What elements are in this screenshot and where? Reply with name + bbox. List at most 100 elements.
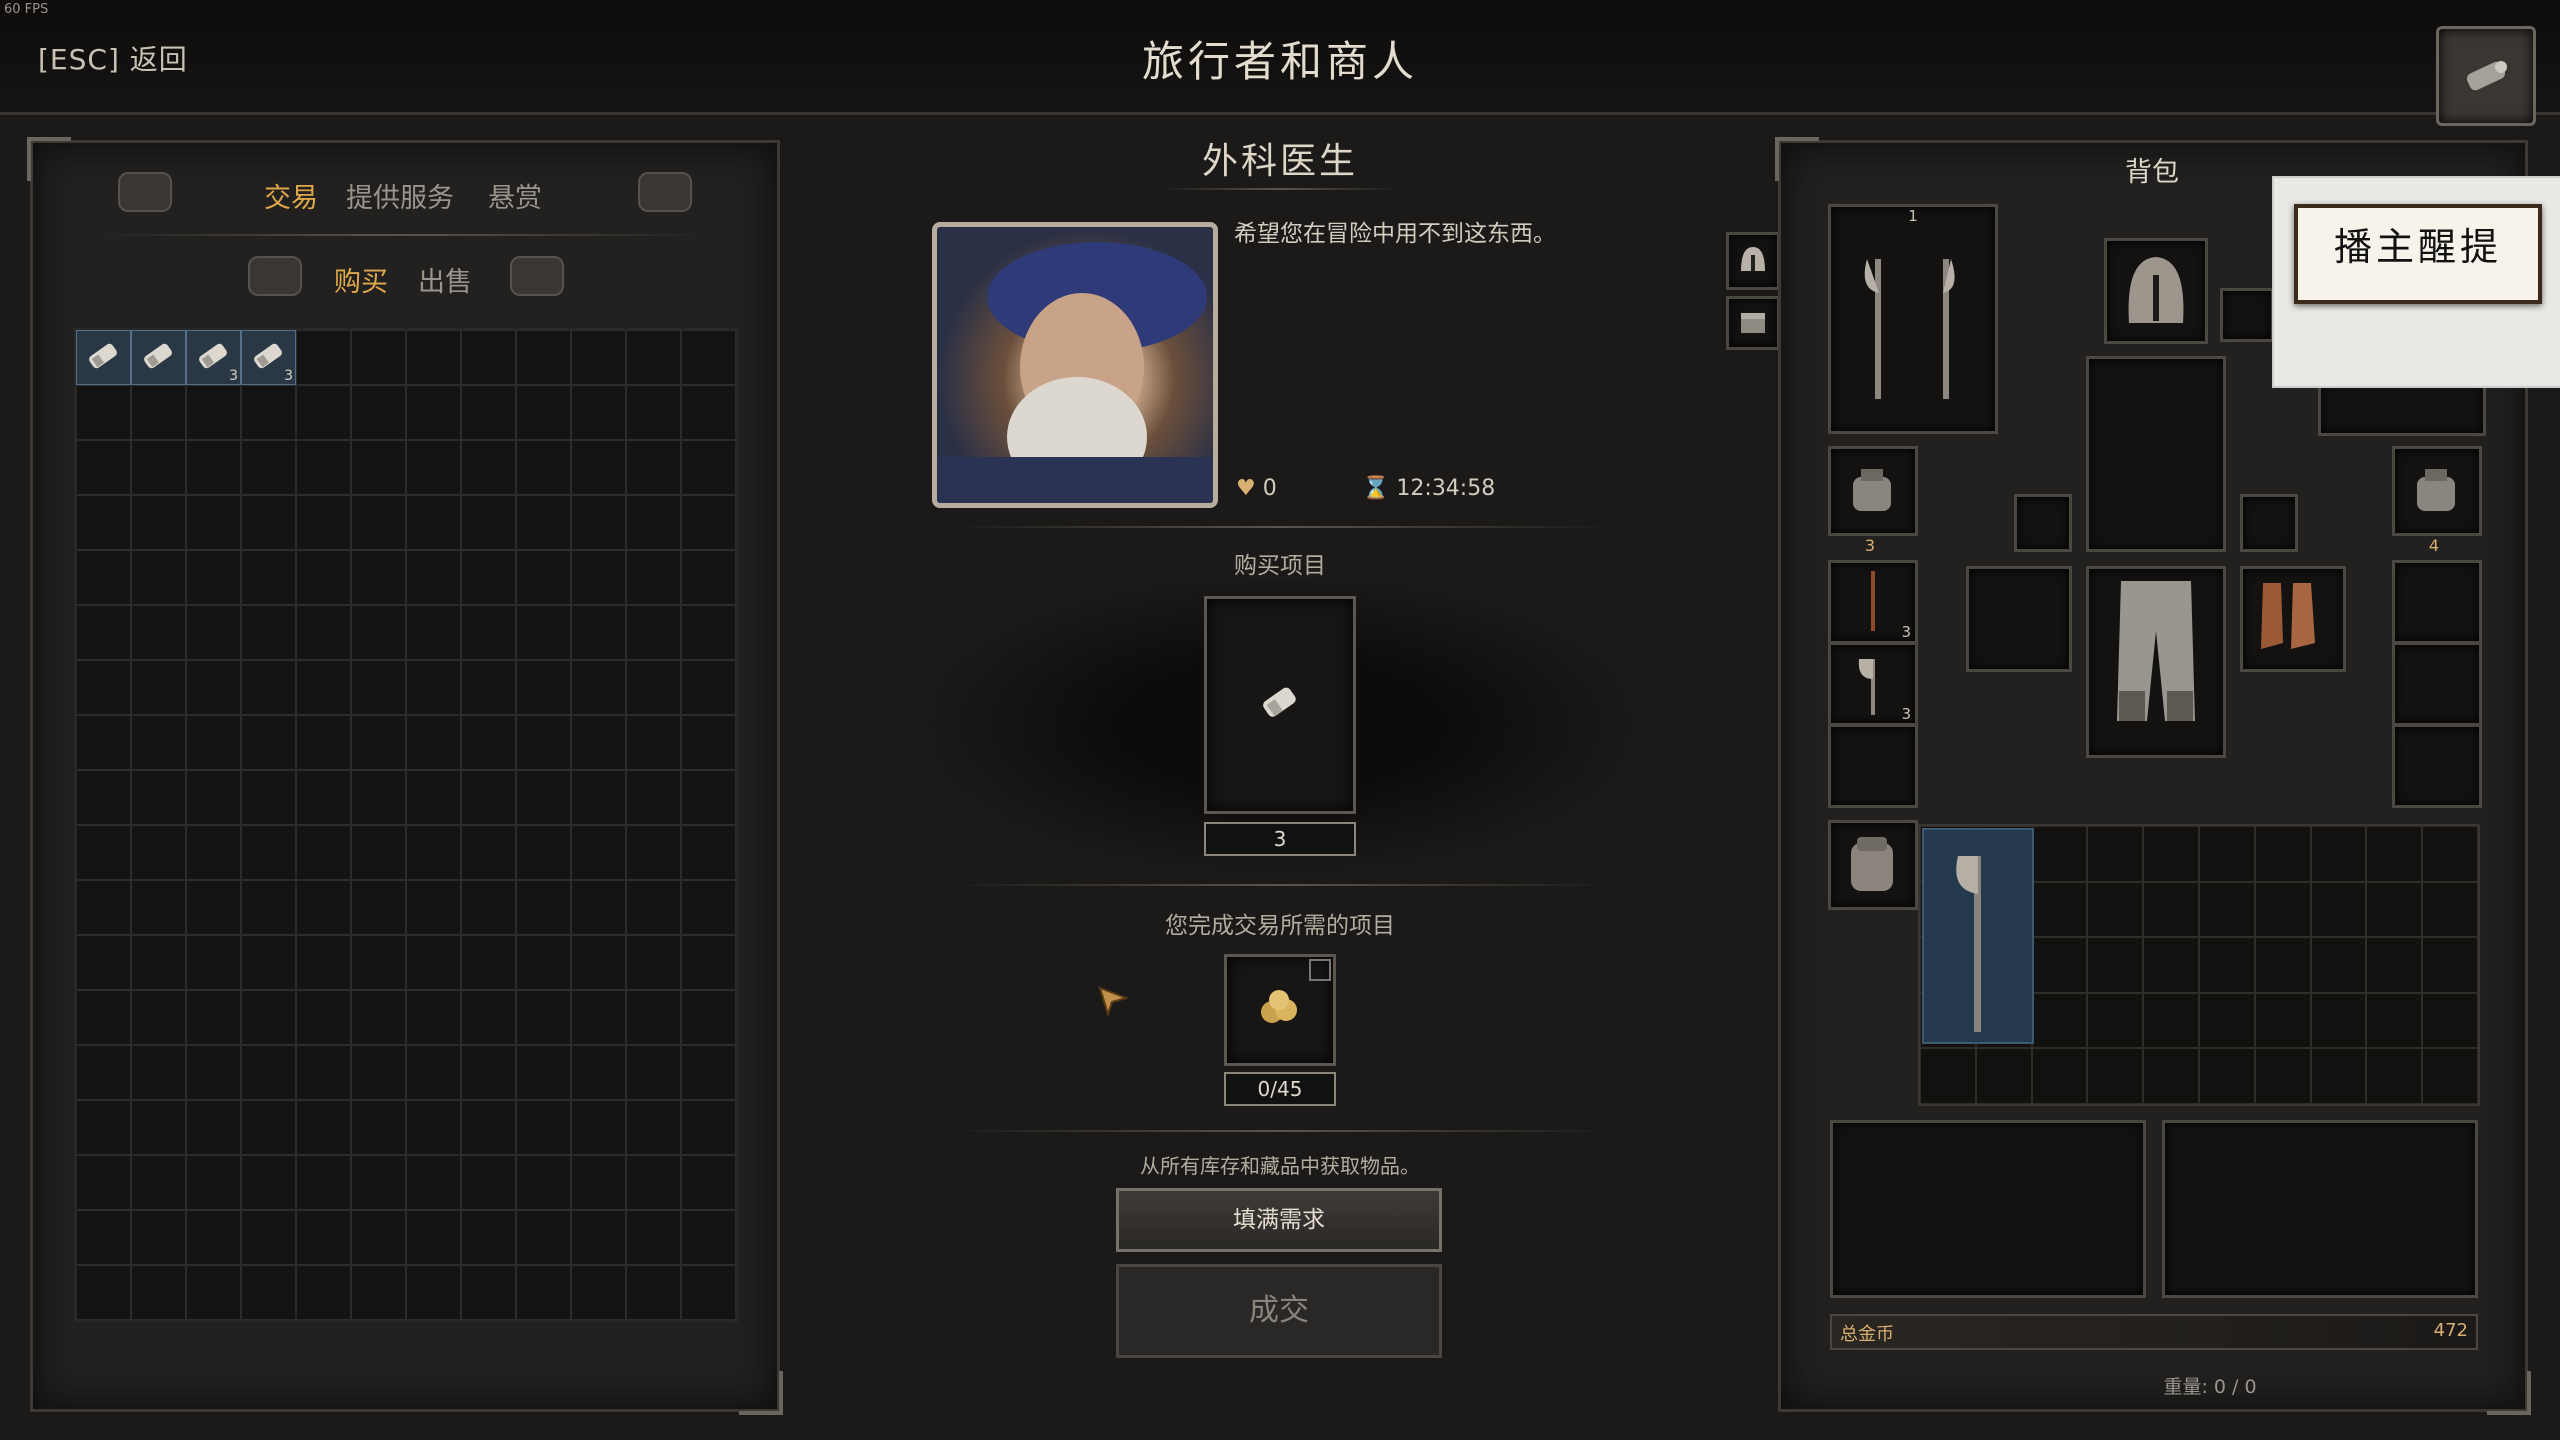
equipment-tab[interactable] [1726, 232, 1780, 290]
weapon-set-slot[interactable]: 1 [1828, 204, 1998, 434]
backpack-slot[interactable] [1828, 820, 1918, 910]
inventory-cell[interactable] [241, 935, 296, 990]
inventory-cell[interactable] [351, 660, 406, 715]
inventory-cell[interactable] [571, 770, 626, 825]
inventory-cell[interactable] [351, 825, 406, 880]
inventory-cell[interactable] [571, 605, 626, 660]
lantern-button[interactable] [2436, 26, 2536, 126]
backpack-cell[interactable] [2087, 1048, 2144, 1104]
inventory-cell[interactable] [681, 935, 736, 990]
inventory-cell[interactable] [296, 990, 351, 1045]
storage-tab[interactable] [1726, 296, 1780, 350]
inventory-cell[interactable] [406, 330, 461, 385]
inventory-cell[interactable] [626, 990, 681, 1045]
inventory-cell[interactable] [351, 1210, 406, 1265]
inventory-cell[interactable] [626, 385, 681, 440]
tab-prev-button[interactable] [118, 172, 172, 212]
inventory-cell[interactable] [406, 990, 461, 1045]
inventory-cell[interactable] [681, 880, 736, 935]
inventory-cell[interactable] [516, 1265, 571, 1320]
inventory-cell[interactable] [241, 550, 296, 605]
inventory-cell[interactable] [681, 495, 736, 550]
inventory-cell[interactable] [351, 550, 406, 605]
belt-slot-3[interactable] [1828, 724, 1918, 808]
subtab-next-button[interactable] [510, 256, 564, 296]
back-button[interactable]: [ESC] 返回 [38, 38, 188, 78]
merchant-inventory-grid[interactable]: 33 [74, 328, 738, 1322]
inventory-cell[interactable] [296, 880, 351, 935]
inventory-cell[interactable] [681, 440, 736, 495]
inventory-cell[interactable] [186, 385, 241, 440]
inventory-cell[interactable] [351, 715, 406, 770]
inventory-cell[interactable] [241, 385, 296, 440]
inventory-cell[interactable] [626, 715, 681, 770]
boots-slot[interactable] [2240, 566, 2346, 672]
subtab-sell[interactable]: 出售 [418, 260, 472, 299]
backpack-cell[interactable] [2310, 826, 2367, 882]
inventory-cell[interactable] [406, 1155, 461, 1210]
inventory-cell[interactable] [626, 825, 681, 880]
inventory-cell[interactable] [76, 880, 131, 935]
inventory-cell[interactable] [516, 715, 571, 770]
ring-left-slot[interactable] [2014, 494, 2072, 552]
chest-armor-slot[interactable] [2086, 356, 2226, 552]
tab-services[interactable]: 提供服务 [346, 176, 454, 215]
inventory-cell[interactable] [296, 385, 351, 440]
tab-trade[interactable]: 交易 [264, 176, 318, 215]
inventory-cell[interactable] [406, 1265, 461, 1320]
inventory-cell[interactable] [626, 495, 681, 550]
inventory-cell[interactable] [571, 715, 626, 770]
inventory-cell[interactable] [626, 1265, 681, 1320]
backpack-cell[interactable] [2422, 1048, 2478, 1104]
inventory-cell[interactable] [351, 880, 406, 935]
inventory-cell[interactable] [186, 990, 241, 1045]
inventory-cell[interactable] [571, 990, 626, 1045]
inventory-cell[interactable] [681, 385, 736, 440]
belt-slot-5[interactable] [2392, 642, 2482, 726]
backpack-cell[interactable] [2143, 937, 2199, 993]
inventory-cell[interactable] [186, 825, 241, 880]
inventory-cell[interactable] [131, 825, 186, 880]
backpack-cell[interactable] [2366, 937, 2423, 993]
inventory-cell[interactable] [241, 1265, 296, 1320]
inventory-cell[interactable] [351, 330, 406, 385]
backpack-cell[interactable] [2087, 937, 2144, 993]
backpack-cell[interactable] [2198, 1048, 2255, 1104]
inventory-cell[interactable] [131, 935, 186, 990]
inventory-cell[interactable] [186, 770, 241, 825]
inventory-cell[interactable] [186, 1100, 241, 1155]
inventory-cell[interactable] [131, 385, 186, 440]
inventory-cell[interactable] [131, 1155, 186, 1210]
inventory-cell[interactable] [406, 825, 461, 880]
inventory-cell[interactable] [76, 935, 131, 990]
inventory-cell[interactable] [241, 440, 296, 495]
backpack-cell[interactable] [2143, 1048, 2199, 1104]
purchase-item-slot[interactable] [1204, 596, 1356, 814]
inventory-cell[interactable] [571, 825, 626, 880]
belt-slot-6[interactable] [2392, 724, 2482, 808]
inventory-cell[interactable] [681, 1155, 736, 1210]
inventory-cell[interactable] [681, 1100, 736, 1155]
inventory-cell[interactable] [516, 330, 571, 385]
subtab-prev-button[interactable] [248, 256, 302, 296]
backpack-cell[interactable] [2254, 1048, 2311, 1104]
tab-bounty[interactable]: 悬赏 [488, 176, 542, 215]
inventory-cell[interactable] [461, 330, 516, 385]
inventory-cell[interactable] [241, 825, 296, 880]
stash-slot-left[interactable] [1830, 1120, 2146, 1298]
inventory-cell[interactable] [406, 715, 461, 770]
inventory-cell[interactable] [76, 385, 131, 440]
inventory-cell[interactable] [296, 550, 351, 605]
inventory-cell[interactable] [76, 605, 131, 660]
inventory-cell[interactable] [571, 550, 626, 605]
inventory-cell[interactable] [76, 715, 131, 770]
inventory-cell[interactable] [351, 440, 406, 495]
backpack-cell[interactable] [2254, 937, 2311, 993]
inventory-cell[interactable] [241, 770, 296, 825]
inventory-cell[interactable] [131, 550, 186, 605]
inventory-cell[interactable] [131, 715, 186, 770]
inventory-cell[interactable] [681, 990, 736, 1045]
inventory-cell[interactable] [406, 935, 461, 990]
inventory-cell[interactable] [186, 660, 241, 715]
inventory-cell[interactable] [406, 770, 461, 825]
